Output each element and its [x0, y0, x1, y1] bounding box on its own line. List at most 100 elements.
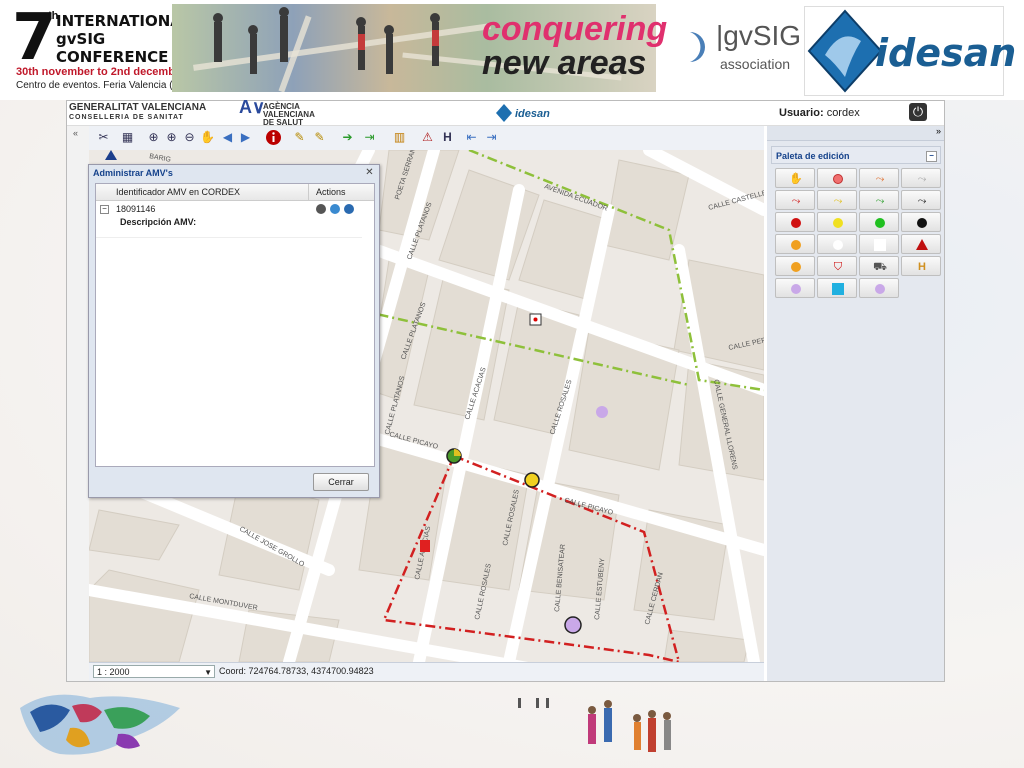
banner-slogan-line2: new areas: [482, 44, 647, 82]
hospital-icon: H: [918, 261, 926, 273]
palette-ambulance-button[interactable]: ⛟: [859, 256, 899, 276]
pan-hand-icon[interactable]: ✋: [199, 129, 216, 146]
next-extent-icon[interactable]: ▶: [237, 129, 254, 146]
measure-distance-icon[interactable]: ✎: [291, 129, 308, 146]
square-white-icon: [874, 239, 886, 251]
gvsig-association-text: association: [720, 56, 791, 72]
table-row[interactable]: − 18091146 Descripción AMV:: [96, 201, 362, 238]
line-orange-icon: ⤳: [875, 173, 885, 185]
palette-square-white-button[interactable]: [859, 234, 899, 254]
palette-point-black-button[interactable]: [901, 212, 941, 232]
palette-hospital-button[interactable]: H: [901, 256, 941, 276]
column-header-actions[interactable]: Actions: [316, 187, 346, 197]
line-black-icon: ⤳: [917, 195, 927, 207]
palette-line-orange-button[interactable]: ⤳: [859, 168, 899, 188]
point-orange-icon: [791, 240, 801, 250]
palette-delete-button[interactable]: [817, 168, 857, 188]
info-icon[interactable]: [265, 129, 282, 146]
left-collapsed-panel: «: [67, 126, 90, 681]
ambulance-icon: ⛟: [873, 261, 887, 273]
minimize-icon[interactable]: −: [926, 151, 937, 162]
palette-square-cyan-button[interactable]: [817, 278, 857, 298]
point-yellow-icon: [833, 218, 843, 228]
palette-title: Paleta de edición: [776, 151, 850, 161]
marker-red-square[interactable]: [420, 540, 430, 552]
gvsig-logo-icon: [666, 26, 705, 68]
gvsig-wordmark: |gvSIG: [716, 20, 802, 51]
palette-point-yellow-button[interactable]: [817, 212, 857, 232]
palette-line-green-button[interactable]: ⤳: [859, 190, 899, 210]
buildings-icon[interactable]: ▥: [391, 129, 408, 146]
forward-arrow-icon[interactable]: ➔: [339, 129, 356, 146]
point-white-icon: [833, 240, 843, 250]
avs-logo: A∨ AGÈNCIA VALENCIANA DE SALUT: [239, 97, 315, 127]
edit-palette-panel: » Paleta de edición − ✋ ⤳ ⤳ ⤳ ⤳ ⤳ ⤳ ⛉ ⛟ …: [767, 126, 944, 681]
shrink-icon[interactable]: ⇤: [463, 129, 480, 146]
warning-layer-icon[interactable]: ⚠: [419, 129, 436, 146]
measure-area-icon[interactable]: ✎: [311, 129, 328, 146]
zoom-extent-icon[interactable]: ⊕: [145, 129, 162, 146]
palette-point-lilac-button[interactable]: [775, 278, 815, 298]
tools-icon[interactable]: ✂: [95, 129, 112, 146]
gva-subtitle: CONSELLERIA DE SANITAT: [69, 114, 184, 121]
column-header-id[interactable]: Identificador AMV en CORDEX: [116, 187, 240, 197]
conference-banner: 7 th INTERNATIONAL gvSIG CONFERENCE 30th…: [0, 0, 1024, 100]
banner-slogan-line1: conquering: [482, 10, 668, 48]
health-center-icon: ⛉: [833, 261, 843, 273]
palette-triangle-red-button[interactable]: [901, 234, 941, 254]
line-green-icon: ⤳: [875, 195, 885, 207]
close-icon[interactable]: ✕: [364, 167, 375, 178]
collapse-row-icon[interactable]: −: [100, 205, 109, 214]
locate-icon[interactable]: [330, 204, 340, 214]
zoom-out-icon[interactable]: ⊖: [181, 129, 198, 146]
palette-point-lilac2-button[interactable]: [859, 278, 899, 298]
collapse-right-icon[interactable]: »: [936, 126, 941, 136]
palette-point-orange2-button[interactable]: [775, 256, 815, 276]
palette-title-bar: Paleta de edición −: [771, 146, 941, 164]
scale-select[interactable]: 1 : 2000 ▼: [93, 665, 215, 678]
expand-left-icon[interactable]: «: [73, 128, 78, 138]
previous-extent-icon[interactable]: ◀: [219, 129, 236, 146]
edit-icon[interactable]: [344, 204, 354, 214]
manage-amv-dialog: Administrar AMV's ✕ Identificador AMV en…: [88, 164, 380, 498]
palette-line-gray-button[interactable]: ⤳: [901, 168, 941, 188]
palette-line-yellow-button[interactable]: ⤳: [817, 190, 857, 210]
gva-logo: GENERALITAT VALENCIANA CONSELLERIA DE SA…: [69, 103, 206, 123]
palette-point-green-button[interactable]: [859, 212, 899, 232]
palette-point-orange-button[interactable]: [775, 234, 815, 254]
logout-power-icon[interactable]: ⏻: [909, 103, 927, 121]
layers-icon[interactable]: ▦: [119, 129, 136, 146]
hospital-layer-icon[interactable]: H: [439, 129, 456, 146]
app-header: GENERALITAT VALENCIANA CONSELLERIA DE SA…: [67, 97, 944, 127]
point-orange2-icon: [791, 262, 801, 272]
point-lilac2-icon: [875, 284, 885, 294]
palette-point-white-button[interactable]: [817, 234, 857, 254]
palette-pan-button[interactable]: ✋: [775, 168, 815, 188]
delete-icon: [833, 174, 843, 184]
zoom-in-icon[interactable]: ⊕: [163, 129, 180, 146]
palette-line-black-button[interactable]: ⤳: [901, 190, 941, 210]
palette-health-center-button[interactable]: ⛉: [817, 256, 857, 276]
palette-line-red-button[interactable]: ⤳: [775, 190, 815, 210]
avs-mark-icon: A∨: [239, 97, 266, 117]
gva-title: GENERALITAT VALENCIANA: [69, 102, 207, 113]
scale-value: 1 : 2000: [97, 667, 130, 677]
coordinates-readout: Coord: 724764.78733, 4374700.94823: [219, 666, 374, 676]
world-map-graphic: [20, 694, 180, 755]
row-amv-id: 18091146: [116, 204, 156, 214]
idesan-small-text: idesan: [515, 108, 550, 120]
expand-icon[interactable]: ⇥: [483, 129, 500, 146]
marker-yellow[interactable]: [524, 472, 540, 488]
user-name: cordex: [826, 107, 860, 119]
close-button[interactable]: Cerrar: [313, 473, 369, 491]
line-yellow-icon: ⤳: [833, 195, 843, 207]
marker-lilac-1[interactable]: [596, 406, 608, 418]
export-icon[interactable]: ⇥: [361, 129, 378, 146]
marker-lilac-2[interactable]: [564, 616, 582, 634]
people-figures-graphic: [518, 698, 671, 752]
palette-point-red-button[interactable]: [775, 212, 815, 232]
view-eye-icon[interactable]: [316, 204, 326, 214]
point-green-icon: [875, 218, 885, 228]
dialog-title: Administrar AMV's: [93, 168, 173, 178]
hand-icon: ✋: [789, 173, 803, 185]
